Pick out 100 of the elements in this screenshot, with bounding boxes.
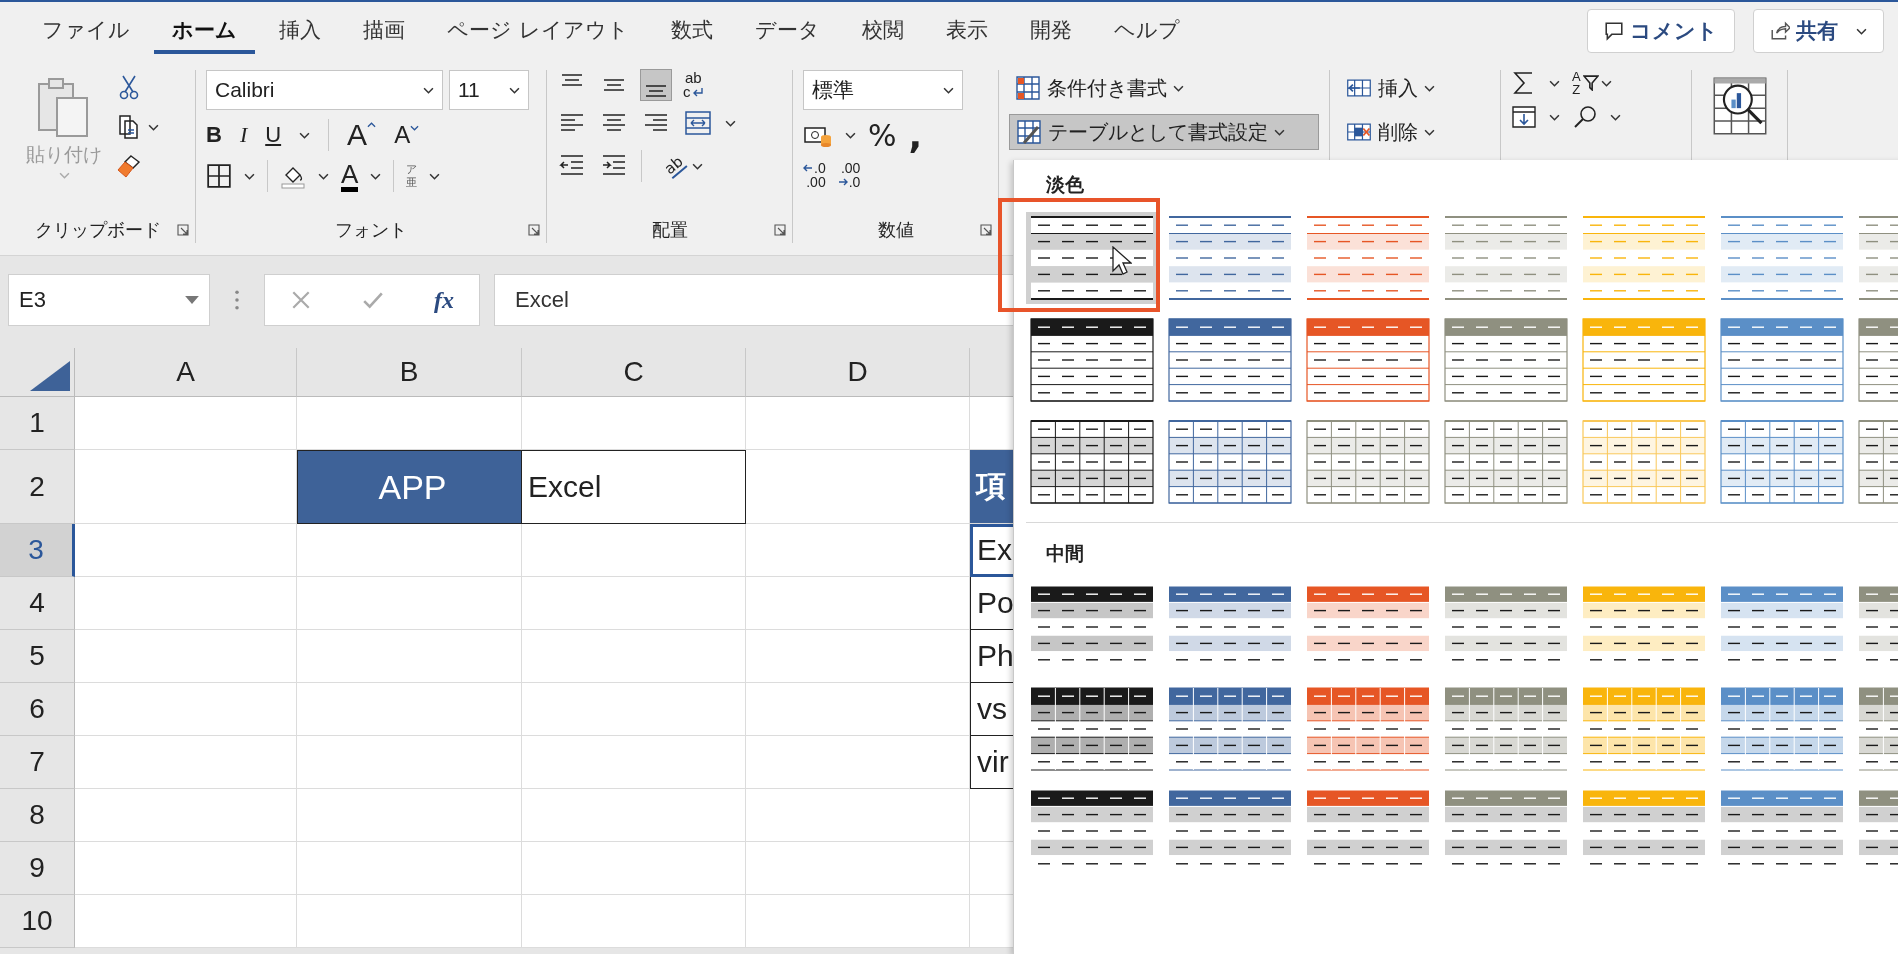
speech-bubble-icon xyxy=(1604,21,1624,41)
caret-icon xyxy=(943,86,954,94)
dialog-launcher-icon[interactable] xyxy=(528,224,540,236)
format-as-table-button[interactable]: テーブルとして書式設定 xyxy=(1009,114,1319,150)
orientation-button[interactable]: ab xyxy=(654,146,714,186)
right-arrow-icon xyxy=(837,178,848,186)
conditional-formatting-button[interactable]: 条件付き書式 xyxy=(1009,70,1319,106)
caret-icon[interactable] xyxy=(148,123,159,131)
drag-handle-icon[interactable] xyxy=(234,289,240,311)
comma-style-button[interactable]: , xyxy=(908,120,923,151)
row-header[interactable]: 9 xyxy=(0,842,75,895)
row-header[interactable]: 1 xyxy=(0,397,75,450)
ribbon-tab[interactable]: 描画 xyxy=(345,8,423,54)
table-cell: Excel xyxy=(522,450,746,524)
ribbon-tab[interactable]: ファイル xyxy=(24,8,148,54)
name-box[interactable]: E3 xyxy=(8,274,210,326)
ribbon-tab[interactable]: 開発 xyxy=(1011,8,1090,54)
merge-cells-icon[interactable] xyxy=(683,108,713,138)
caret-icon[interactable] xyxy=(244,172,255,180)
caret-icon xyxy=(1274,128,1285,136)
group-label: クリップボード xyxy=(34,218,161,242)
fill-down-icon[interactable] xyxy=(1511,104,1537,130)
percent-button[interactable]: % xyxy=(868,118,897,153)
return-arrow-icon xyxy=(691,87,704,97)
dialog-launcher-icon[interactable] xyxy=(177,224,189,236)
funnel-icon xyxy=(1582,75,1599,91)
group-label: 数値 xyxy=(877,218,914,242)
ribbon-tab[interactable]: 校閲 xyxy=(843,8,922,54)
down-chevron-icon xyxy=(410,125,420,131)
shrink-font-button[interactable]: A xyxy=(394,121,420,149)
wrap-text-button[interactable]: ab c xyxy=(683,71,704,99)
caret-icon[interactable] xyxy=(370,172,382,180)
row-header[interactable]: 10 xyxy=(0,895,75,948)
column-header[interactable]: D xyxy=(746,348,970,397)
decrease-decimal-button[interactable]: .00 .0 xyxy=(837,161,861,189)
sort-filter-button[interactable]: A Z xyxy=(1572,70,1612,96)
caret-icon xyxy=(691,162,703,170)
number-format-field[interactable]: 標準 xyxy=(803,70,963,110)
table-brush-icon xyxy=(1016,119,1042,145)
column-header[interactable]: A xyxy=(75,348,297,397)
underline-button[interactable]: U xyxy=(265,122,282,148)
table-cell: APP xyxy=(297,450,522,524)
phonetic-button[interactable]: ア 亜 xyxy=(406,163,418,189)
caret-icon xyxy=(1856,27,1867,35)
ribbon-tab[interactable]: データ xyxy=(736,8,838,54)
ribbon-tab[interactable]: 数式 xyxy=(652,8,731,54)
insert-cells-button[interactable]: 挿入 xyxy=(1340,70,1490,106)
font-size-field[interactable]: 11 xyxy=(449,70,529,110)
select-all-icon[interactable] xyxy=(30,360,70,392)
font-name-field[interactable]: Calibri xyxy=(206,70,443,110)
caret-icon[interactable] xyxy=(1549,79,1560,87)
caret-icon[interactable] xyxy=(845,132,856,139)
row-header[interactable]: 3 xyxy=(0,524,75,577)
caret-icon[interactable] xyxy=(299,131,311,139)
ribbon-tab[interactable]: 表示 xyxy=(927,8,1006,54)
insert-function-button[interactable]: fx xyxy=(434,286,454,314)
caret-icon xyxy=(1173,84,1184,92)
italic-button[interactable]: I xyxy=(239,122,248,148)
ribbon-tab[interactable]: ヘルプ xyxy=(1095,8,1198,54)
caret-icon[interactable] xyxy=(429,172,441,180)
share-icon xyxy=(1770,21,1790,41)
section-heading: 淡色 xyxy=(1045,172,1085,197)
grow-font-button[interactable]: A xyxy=(347,118,377,152)
share-button[interactable]: 共有 xyxy=(1753,9,1884,53)
caret-icon[interactable] xyxy=(318,172,329,180)
search-icon[interactable] xyxy=(1572,104,1598,130)
row-header[interactable]: 6 xyxy=(0,683,75,736)
bold-button[interactable]: B xyxy=(206,122,222,148)
row-header[interactable]: 4 xyxy=(0,577,75,630)
analyze-data-icon[interactable] xyxy=(1711,76,1768,136)
delete-cells-button[interactable]: 削除 xyxy=(1340,114,1490,150)
left-arrow-icon xyxy=(803,164,813,172)
borders-icon[interactable] xyxy=(206,163,232,189)
dialog-launcher-icon[interactable] xyxy=(774,224,786,236)
caret-icon xyxy=(1424,128,1435,136)
row-header[interactable]: 7 xyxy=(0,736,75,789)
comment-button[interactable]: コメント xyxy=(1587,9,1735,53)
ribbon-tab[interactable]: ホーム xyxy=(154,8,255,54)
grid-icon xyxy=(1015,75,1041,101)
row-header[interactable]: 2 xyxy=(0,450,75,524)
group-label: 配置 xyxy=(651,218,688,242)
caret-icon[interactable] xyxy=(725,119,736,127)
ribbon-tab[interactable]: 挿入 xyxy=(261,8,339,54)
column-header[interactable]: B xyxy=(297,348,522,397)
column-header[interactable]: C xyxy=(522,348,746,397)
ribbon-tab[interactable]: ページ レイアウト xyxy=(429,8,647,54)
caret-icon xyxy=(509,86,520,94)
caret-icon[interactable] xyxy=(1549,113,1560,121)
row-header[interactable]: 8 xyxy=(0,789,75,842)
caret-icon xyxy=(423,86,434,94)
caret-icon[interactable] xyxy=(1610,113,1621,121)
align-bottom-icon[interactable] xyxy=(641,70,671,100)
font-color-button[interactable]: A xyxy=(341,160,359,192)
dialog-launcher-icon[interactable] xyxy=(980,224,992,236)
caret-icon xyxy=(58,172,70,179)
group-label: フォント xyxy=(335,218,407,242)
mouse-pointer-icon xyxy=(1112,246,1132,276)
section-heading: 中間 xyxy=(1045,541,1085,566)
increase-decimal-button[interactable]: .0 .00 xyxy=(803,161,826,189)
row-header[interactable]: 5 xyxy=(0,630,75,683)
